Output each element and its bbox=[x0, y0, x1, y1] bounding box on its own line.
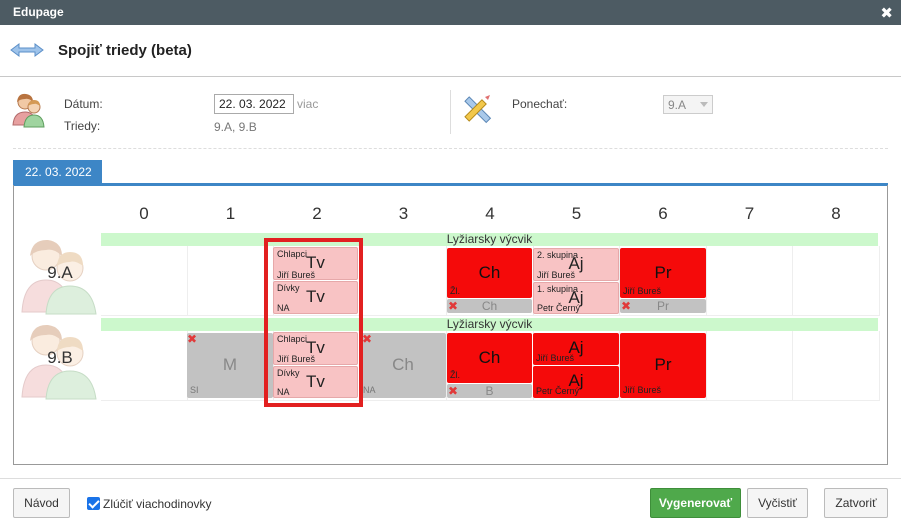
lesson-aj-group1-9a[interactable]: 1. skupina Aj Petr Černý bbox=[533, 282, 619, 314]
lesson-teacher: Jiří Bureš bbox=[537, 270, 576, 280]
lesson-subject: Ch bbox=[478, 348, 501, 367]
lesson-aj-group2-9a[interactable]: 2. skupina Aj Jiří Bureš bbox=[533, 248, 619, 281]
classes-value: 9.A, 9.B bbox=[214, 120, 257, 134]
lesson-teacher: NA bbox=[363, 385, 376, 395]
period-header: 6 bbox=[658, 204, 668, 223]
students-icon bbox=[12, 92, 46, 131]
dashed-divider bbox=[13, 148, 888, 149]
lesson-teacher: SI bbox=[190, 385, 199, 395]
generate-button[interactable]: Vygenerovať bbox=[650, 488, 741, 518]
lesson-subject: Ch bbox=[478, 263, 501, 282]
period-header: 1 bbox=[225, 204, 236, 223]
keep-label: Ponechať: bbox=[512, 97, 568, 111]
lesson-subject: M bbox=[222, 355, 238, 374]
class-name: 9.A bbox=[47, 263, 73, 282]
lesson-subject: Pr bbox=[657, 299, 669, 313]
timetable-cell[interactable] bbox=[706, 331, 793, 401]
lesson-subject: Ch bbox=[481, 299, 498, 313]
remove-icon[interactable]: ✖ bbox=[362, 333, 372, 345]
timetable-cell[interactable] bbox=[101, 246, 188, 316]
merge-checkbox-label[interactable]: Zlúčiť viachodinovky bbox=[103, 497, 212, 511]
period-header: 4 bbox=[485, 204, 495, 223]
date-input[interactable]: 22. 03. 2022 bbox=[214, 94, 294, 114]
period-header: 7 bbox=[744, 204, 755, 223]
period-header: 2 bbox=[312, 204, 322, 223]
chevron-down-icon bbox=[700, 102, 708, 107]
lesson-ch-removed-9b[interactable]: Ch NA bbox=[360, 333, 446, 398]
lesson-m-9b[interactable]: M SI bbox=[187, 333, 273, 398]
remove-icon[interactable]: ✖ bbox=[187, 333, 197, 345]
tab-date[interactable]: 22. 03. 2022 bbox=[13, 160, 102, 184]
remove-icon[interactable]: ✖ bbox=[448, 385, 458, 397]
period-2-highlight bbox=[264, 238, 363, 407]
lesson-pr-9a[interactable]: Pr Jiří Bureš bbox=[620, 248, 706, 298]
footer-divider bbox=[0, 478, 901, 479]
lesson-ch-removed-9a[interactable]: Ch bbox=[447, 299, 532, 313]
classes-label: Triedy: bbox=[64, 119, 101, 133]
period-header: 3 bbox=[398, 204, 409, 223]
lesson-group: Žl. bbox=[450, 370, 460, 380]
ski-course-band-9b: Lyžiarsky výcvik bbox=[101, 318, 878, 331]
pencil-ruler-icon bbox=[460, 92, 494, 129]
period-header: 8 bbox=[831, 204, 841, 223]
dialog-header: Spojiť triedy (beta) bbox=[0, 25, 901, 77]
keep-select-value: 9.A bbox=[668, 98, 687, 112]
lesson-aj2-9b[interactable]: Aj Petr Černý bbox=[533, 366, 619, 398]
merge-checkbox[interactable] bbox=[87, 497, 100, 510]
class-9a: 9.A bbox=[20, 236, 100, 316]
dialog-title: Spojiť triedy (beta) bbox=[58, 42, 192, 59]
class-9b: 9.B bbox=[20, 321, 100, 401]
remove-icon[interactable]: ✖ bbox=[621, 300, 631, 312]
window-titlebar: Edupage ✖ bbox=[0, 0, 901, 25]
keep-select[interactable]: 9.A bbox=[663, 95, 713, 114]
date-more-link[interactable]: viac bbox=[297, 97, 318, 111]
timetable-cell[interactable] bbox=[793, 246, 880, 316]
lesson-teacher: Jiří Bureš bbox=[623, 385, 662, 395]
lesson-aj1-9b[interactable]: Aj Jiří Bureš bbox=[533, 333, 619, 365]
timetable-cell[interactable] bbox=[101, 331, 188, 401]
guide-button[interactable]: Návod bbox=[13, 488, 70, 518]
lesson-teacher: Jiří Bureš bbox=[536, 353, 575, 363]
lesson-teacher: Petr Černý bbox=[536, 386, 580, 396]
lesson-teacher: Jiří Bureš bbox=[623, 286, 662, 296]
timetable-cell[interactable] bbox=[793, 331, 880, 401]
lesson-b-removed-9b[interactable]: B bbox=[447, 384, 532, 398]
period-header: 0 bbox=[139, 204, 149, 223]
remove-icon[interactable]: ✖ bbox=[448, 300, 458, 312]
merge-arrows-icon bbox=[10, 42, 44, 61]
window-title: Edupage bbox=[13, 5, 64, 19]
lesson-pr-removed-9a[interactable]: Pr bbox=[620, 299, 706, 313]
lesson-ch-9a[interactable]: Ch Žl. bbox=[447, 248, 532, 298]
period-header: 5 bbox=[571, 204, 582, 223]
lesson-subject: B bbox=[485, 384, 494, 398]
lesson-ch-9b[interactable]: Ch Žl. bbox=[447, 333, 532, 383]
timetable-cell[interactable] bbox=[360, 246, 447, 316]
lesson-pr-9b[interactable]: Pr Jiří Bureš bbox=[620, 333, 706, 398]
class-name: 9.B bbox=[47, 348, 73, 367]
lesson-subject: Ch bbox=[392, 355, 414, 374]
timetable-cell[interactable] bbox=[187, 246, 274, 316]
info-divider bbox=[450, 90, 451, 134]
close-button[interactable]: Zatvoriť bbox=[824, 488, 888, 518]
lesson-teacher: Petr Černý bbox=[537, 303, 581, 313]
timetable-cell[interactable] bbox=[706, 246, 793, 316]
clear-button[interactable]: Vyčistiť bbox=[747, 488, 808, 518]
close-icon[interactable]: ✖ bbox=[880, 4, 893, 22]
date-label: Dátum: bbox=[64, 97, 103, 111]
lesson-subject: Pr bbox=[654, 263, 672, 282]
lesson-subject: Pr bbox=[654, 355, 672, 374]
ski-course-band-9a: Lyžiarsky výcvik bbox=[101, 233, 878, 246]
lesson-group: Žl. bbox=[450, 286, 460, 296]
